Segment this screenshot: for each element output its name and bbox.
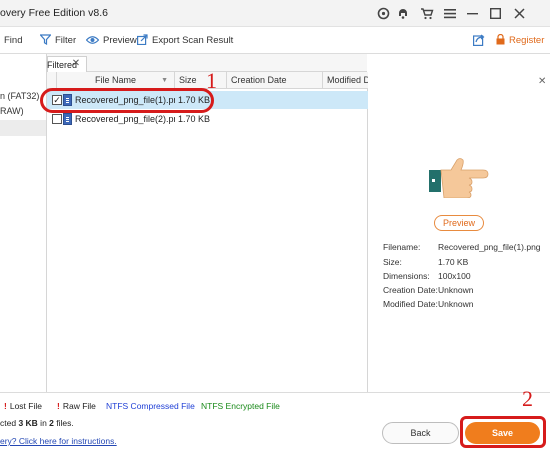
legend-ntfs-encrypted: NTFS Encrypted File — [201, 401, 280, 411]
menu-icon[interactable] — [441, 4, 459, 22]
refresh-circle-icon[interactable] — [374, 4, 392, 22]
lock-icon — [496, 33, 505, 47]
annotation-step-1: 1 — [206, 68, 217, 93]
legend-raw-file: ! Raw File — [57, 401, 96, 411]
filter-button[interactable]: Filter — [39, 33, 77, 48]
find-label: Find — [4, 35, 23, 46]
register-label: Register — [509, 35, 545, 46]
png-file-icon — [63, 113, 72, 125]
pointing-hand-image — [429, 152, 489, 199]
annotation-highlight-rect — [460, 416, 546, 448]
prop-creation-date-label: Creation Date: — [383, 285, 438, 295]
status-prefix: cted — [0, 418, 19, 428]
header-creation-date[interactable]: Creation Date — [227, 72, 323, 89]
maximize-icon[interactable] — [486, 4, 504, 22]
header-file-name-label: File Name — [94, 75, 136, 85]
minimize-icon[interactable] — [463, 4, 481, 22]
title-bar: overy Free Edition v8.6 — [0, 0, 550, 27]
selection-status: cted 3 KB in 2 files. — [0, 418, 74, 428]
preview-close-icon[interactable]: ✕ — [538, 76, 546, 87]
prop-modified-date-label: Modified Date: — [383, 299, 438, 309]
preview-toolbar-button[interactable]: Preview — [85, 33, 137, 48]
prop-filename-label: Filename: — [383, 242, 421, 252]
prop-dimensions-value: 100x100 — [438, 271, 471, 281]
export-label: Export Scan Result — [152, 35, 234, 46]
exclamation-icon: ! — [57, 401, 60, 411]
annotation-step-2: 2 — [522, 386, 533, 411]
export-icon — [137, 34, 148, 47]
toolbar: Find Filter Preview Export Scan Result R… — [0, 27, 550, 54]
back-button[interactable]: Back — [382, 422, 459, 444]
tab-filtered[interactable]: Filtered — [47, 56, 87, 72]
legend-ntfs-compressed: NTFS Compressed File — [106, 401, 195, 411]
prop-dimensions-label: Dimensions: — [383, 271, 430, 281]
status-size: 3 KB — [18, 418, 38, 428]
exclamation-icon: ! — [4, 401, 7, 411]
prop-filename-value: Recovered_png_file(1).png — [438, 242, 541, 252]
file-table: File Name ▼ Size Creation Date Modified … — [47, 72, 368, 392]
prop-size-value: 1.70 KB — [438, 257, 469, 267]
filter-icon — [39, 34, 52, 47]
share-button[interactable] — [473, 33, 485, 48]
register-button[interactable]: Register — [496, 33, 544, 48]
header-modified-date[interactable]: Modified Da — [323, 72, 368, 89]
tab-close-icon[interactable]: ✕ — [71, 56, 81, 70]
cart-icon[interactable] — [418, 4, 436, 22]
eye-icon — [85, 35, 100, 47]
export-scan-result-button[interactable]: Export Scan Result — [137, 33, 233, 48]
prop-size-label: Size: — [383, 257, 402, 267]
status-middle: in — [37, 418, 50, 428]
preview-panel: ✕ Preview Filename: Recovered_png_file(1… — [369, 72, 550, 392]
header-file-name[interactable]: File Name ▼ — [57, 72, 175, 89]
help-instructions-link[interactable]: ery? Click here for instructions. — [0, 436, 117, 446]
window-title: overy Free Edition v8.6 — [0, 7, 108, 19]
header-spacer — [47, 72, 57, 89]
filter-label: Filter — [55, 35, 77, 46]
header-size[interactable]: Size — [175, 72, 227, 89]
legend-bar: ! Lost File ! Raw File NTFS Compressed Fil… — [0, 392, 550, 416]
close-icon[interactable] — [510, 4, 528, 22]
prop-creation-date-value: Unknown — [438, 285, 474, 295]
prop-modified-date-value: Unknown — [438, 299, 474, 309]
preview-button[interactable]: Preview — [434, 215, 484, 231]
row-checkbox[interactable] — [52, 114, 62, 124]
find-button[interactable]: Find — [4, 33, 22, 48]
share-icon — [473, 34, 485, 48]
sort-arrow-icon: ▼ — [161, 77, 168, 84]
legend-raw-file-label: Raw File — [62, 401, 96, 411]
annotation-highlight-ellipse — [40, 88, 214, 113]
legend-lost-file: ! Lost File — [4, 401, 42, 411]
status-suffix: files. — [53, 418, 74, 428]
tree-item-raw[interactable]: RAW) — [0, 104, 46, 119]
support-icon[interactable] — [394, 4, 412, 22]
preview-toolbar-label: Preview — [103, 35, 137, 46]
tree-item-selected[interactable] — [0, 120, 46, 136]
legend-lost-file-label: Lost File — [9, 401, 42, 411]
